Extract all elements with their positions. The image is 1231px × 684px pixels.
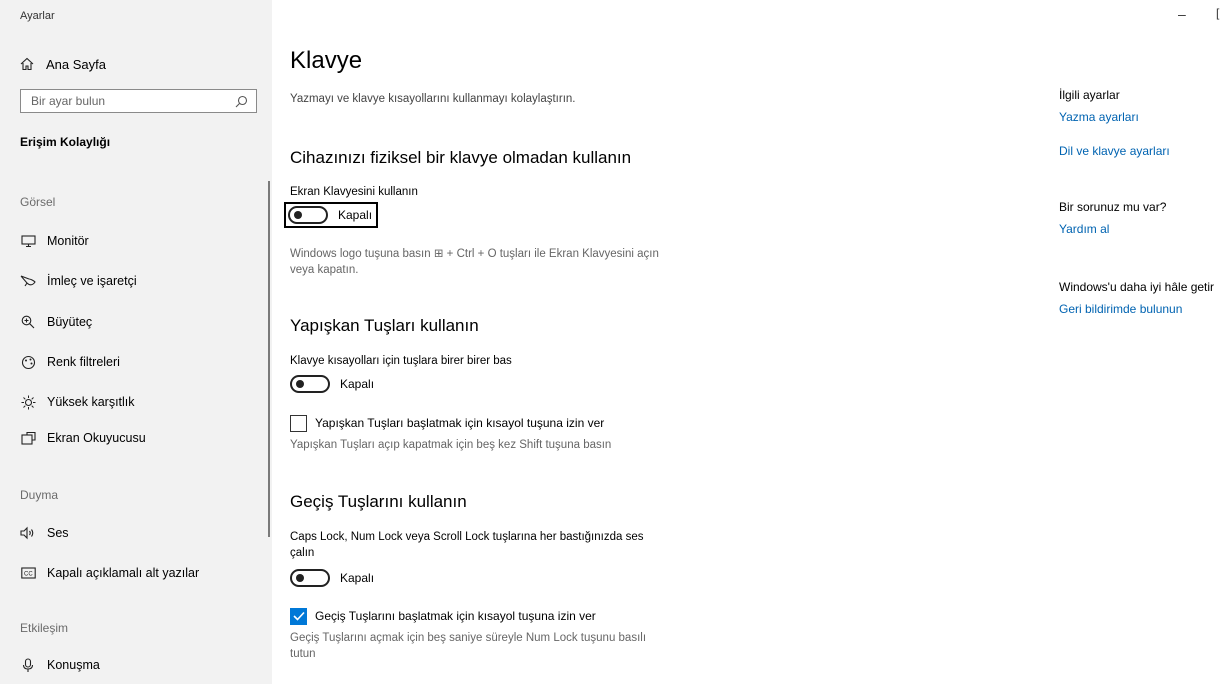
page-title: Klavye — [290, 47, 363, 74]
toggle-state-label: Kapalı — [340, 571, 375, 585]
group-label-visual: Görsel — [20, 195, 56, 209]
toggle-keys-toggle-row[interactable]: Kapalı — [290, 567, 374, 589]
link-give-feedback[interactable]: Geri bildirimde bulunun — [1059, 302, 1182, 316]
sidebar-item-label: Konuşma — [47, 658, 100, 672]
on-screen-keyboard-toggle-row[interactable]: Kapalı — [283, 202, 379, 228]
search-input[interactable] — [31, 94, 235, 108]
sidebar-item-label: Yüksek karşıtlık — [47, 395, 135, 409]
closed-caption-icon: CC — [20, 565, 36, 581]
toggle-knob — [294, 211, 302, 219]
related-settings-heading: İlgili ayarlar — [1059, 88, 1120, 102]
sidebar-item-speech[interactable]: Konuşma — [20, 655, 100, 675]
toggle-keys-shortcut-checkbox[interactable] — [290, 607, 307, 625]
sticky-keys-shortcut-checkbox[interactable] — [290, 414, 307, 432]
sidebar-item-pointer[interactable]: İmleç ve işaretçi — [20, 271, 137, 291]
toggle-keys-shortcut-row[interactable]: Geçiş Tuşlarını başlatmak için kısayol t… — [290, 607, 596, 625]
sidebar: Ayarlar Ana Sayfa Erişim Kolaylığı Görse… — [0, 0, 272, 684]
sticky-keys-label: Klavye kısayolları için tuşlara birer bi… — [290, 355, 512, 367]
color-filter-icon — [20, 354, 36, 370]
narrator-icon — [20, 430, 36, 446]
magnifier-icon — [20, 314, 36, 330]
help-heading: Bir sorunuz mu var? — [1059, 200, 1167, 214]
sidebar-item-label: Monitör — [47, 234, 89, 248]
group-label-interaction: Etkileşim — [20, 621, 69, 635]
checkbox-label: Geçiş Tuşlarını başlatmak için kısayol t… — [315, 609, 596, 623]
home-icon — [20, 57, 34, 71]
toggle-keys-toggle[interactable] — [290, 569, 330, 587]
microphone-icon — [20, 657, 36, 673]
svg-text:CC: CC — [24, 572, 33, 578]
section-heading-on-screen-keyboard: Cihazınızı fiziksel bir klavye olmadan k… — [290, 148, 632, 167]
sidebar-item-narrator[interactable]: Ekran Okuyucusu — [20, 428, 146, 448]
on-screen-keyboard-hint: Windows logo tuşuna basın ⊞ + Ctrl + O t… — [290, 248, 659, 276]
pointer-icon — [20, 273, 36, 289]
toggle-state-label: Kapalı — [338, 208, 373, 222]
toggle-state-label: Kapalı — [340, 377, 375, 391]
search-icon[interactable] — [235, 95, 248, 108]
link-language-keyboard-settings[interactable]: Dil ve klavye ayarları — [1059, 144, 1170, 158]
search-box[interactable] — [20, 89, 257, 113]
sidebar-item-monitor[interactable]: Monitör — [20, 231, 89, 251]
sticky-keys-toggle[interactable] — [290, 375, 330, 393]
sidebar-item-label: Büyüteç — [47, 315, 93, 329]
toggle-keys-hint: Geçiş Tuşlarını açmak için beş saniye sü… — [290, 632, 647, 660]
sidebar-item-label: Ses — [47, 526, 69, 540]
toggle-knob — [296, 574, 304, 582]
on-screen-keyboard-label: Ekran Klavyesini kullanın — [290, 186, 418, 198]
sidebar-item-color-filters[interactable]: Renk filtreleri — [20, 352, 120, 372]
sidebar-current-section: Erişim Kolaylığı — [20, 135, 111, 149]
sidebar-item-high-contrast[interactable]: Yüksek karşıtlık — [20, 392, 135, 412]
monitor-icon — [20, 233, 36, 249]
sidebar-item-home[interactable]: Ana Sayfa — [20, 54, 106, 74]
link-get-help[interactable]: Yardım al — [1059, 222, 1109, 236]
group-label-hearing: Duyma — [20, 488, 59, 502]
page-description: Yazmayı ve klavye kısayollarını kullanma… — [290, 93, 576, 105]
window-title: Ayarlar — [20, 10, 55, 22]
high-contrast-icon — [20, 394, 36, 410]
feedback-heading: Windows'u daha iyi hâle getir — [1059, 280, 1215, 294]
minimize-button[interactable]: – — [1178, 6, 1186, 22]
on-screen-keyboard-toggle[interactable] — [288, 206, 328, 224]
sidebar-item-label: Ana Sayfa — [46, 56, 106, 72]
checkmark-icon — [292, 611, 305, 621]
sidebar-item-label: Ekran Okuyucusu — [47, 431, 146, 445]
checkbox-label: Yapışkan Tuşları başlatmak için kısayol … — [315, 416, 605, 430]
sidebar-item-label: Kapalı açıklamalı alt yazılar — [47, 566, 200, 580]
sidebar-item-label: Renk filtreleri — [47, 355, 120, 369]
speaker-icon — [20, 525, 36, 541]
section-heading-toggle-keys: Geçiş Tuşlarını kullanın — [290, 492, 467, 511]
link-typing-settings[interactable]: Yazma ayarları — [1059, 110, 1139, 124]
sticky-keys-toggle-row[interactable]: Kapalı — [290, 373, 374, 395]
sidebar-item-label: İmleç ve işaretçi — [47, 274, 137, 288]
sticky-keys-hint: Yapışkan Tuşları açıp kapatmak için beş … — [290, 439, 612, 451]
sticky-keys-shortcut-row[interactable]: Yapışkan Tuşları başlatmak için kısayol … — [290, 414, 604, 432]
toggle-knob — [296, 380, 304, 388]
section-heading-sticky-keys: Yapışkan Tuşları kullanın — [290, 316, 479, 335]
maximize-button[interactable]: [ — [1216, 6, 1219, 20]
sidebar-item-closed-captions[interactable]: CC Kapalı açıklamalı alt yazılar — [20, 563, 199, 583]
sidebar-scrollbar[interactable] — [268, 181, 270, 537]
sidebar-item-magnifier[interactable]: Büyüteç — [20, 312, 92, 332]
toggle-keys-label: Caps Lock, Num Lock veya Scroll Lock tuş… — [290, 531, 644, 559]
sidebar-item-audio[interactable]: Ses — [20, 523, 69, 543]
